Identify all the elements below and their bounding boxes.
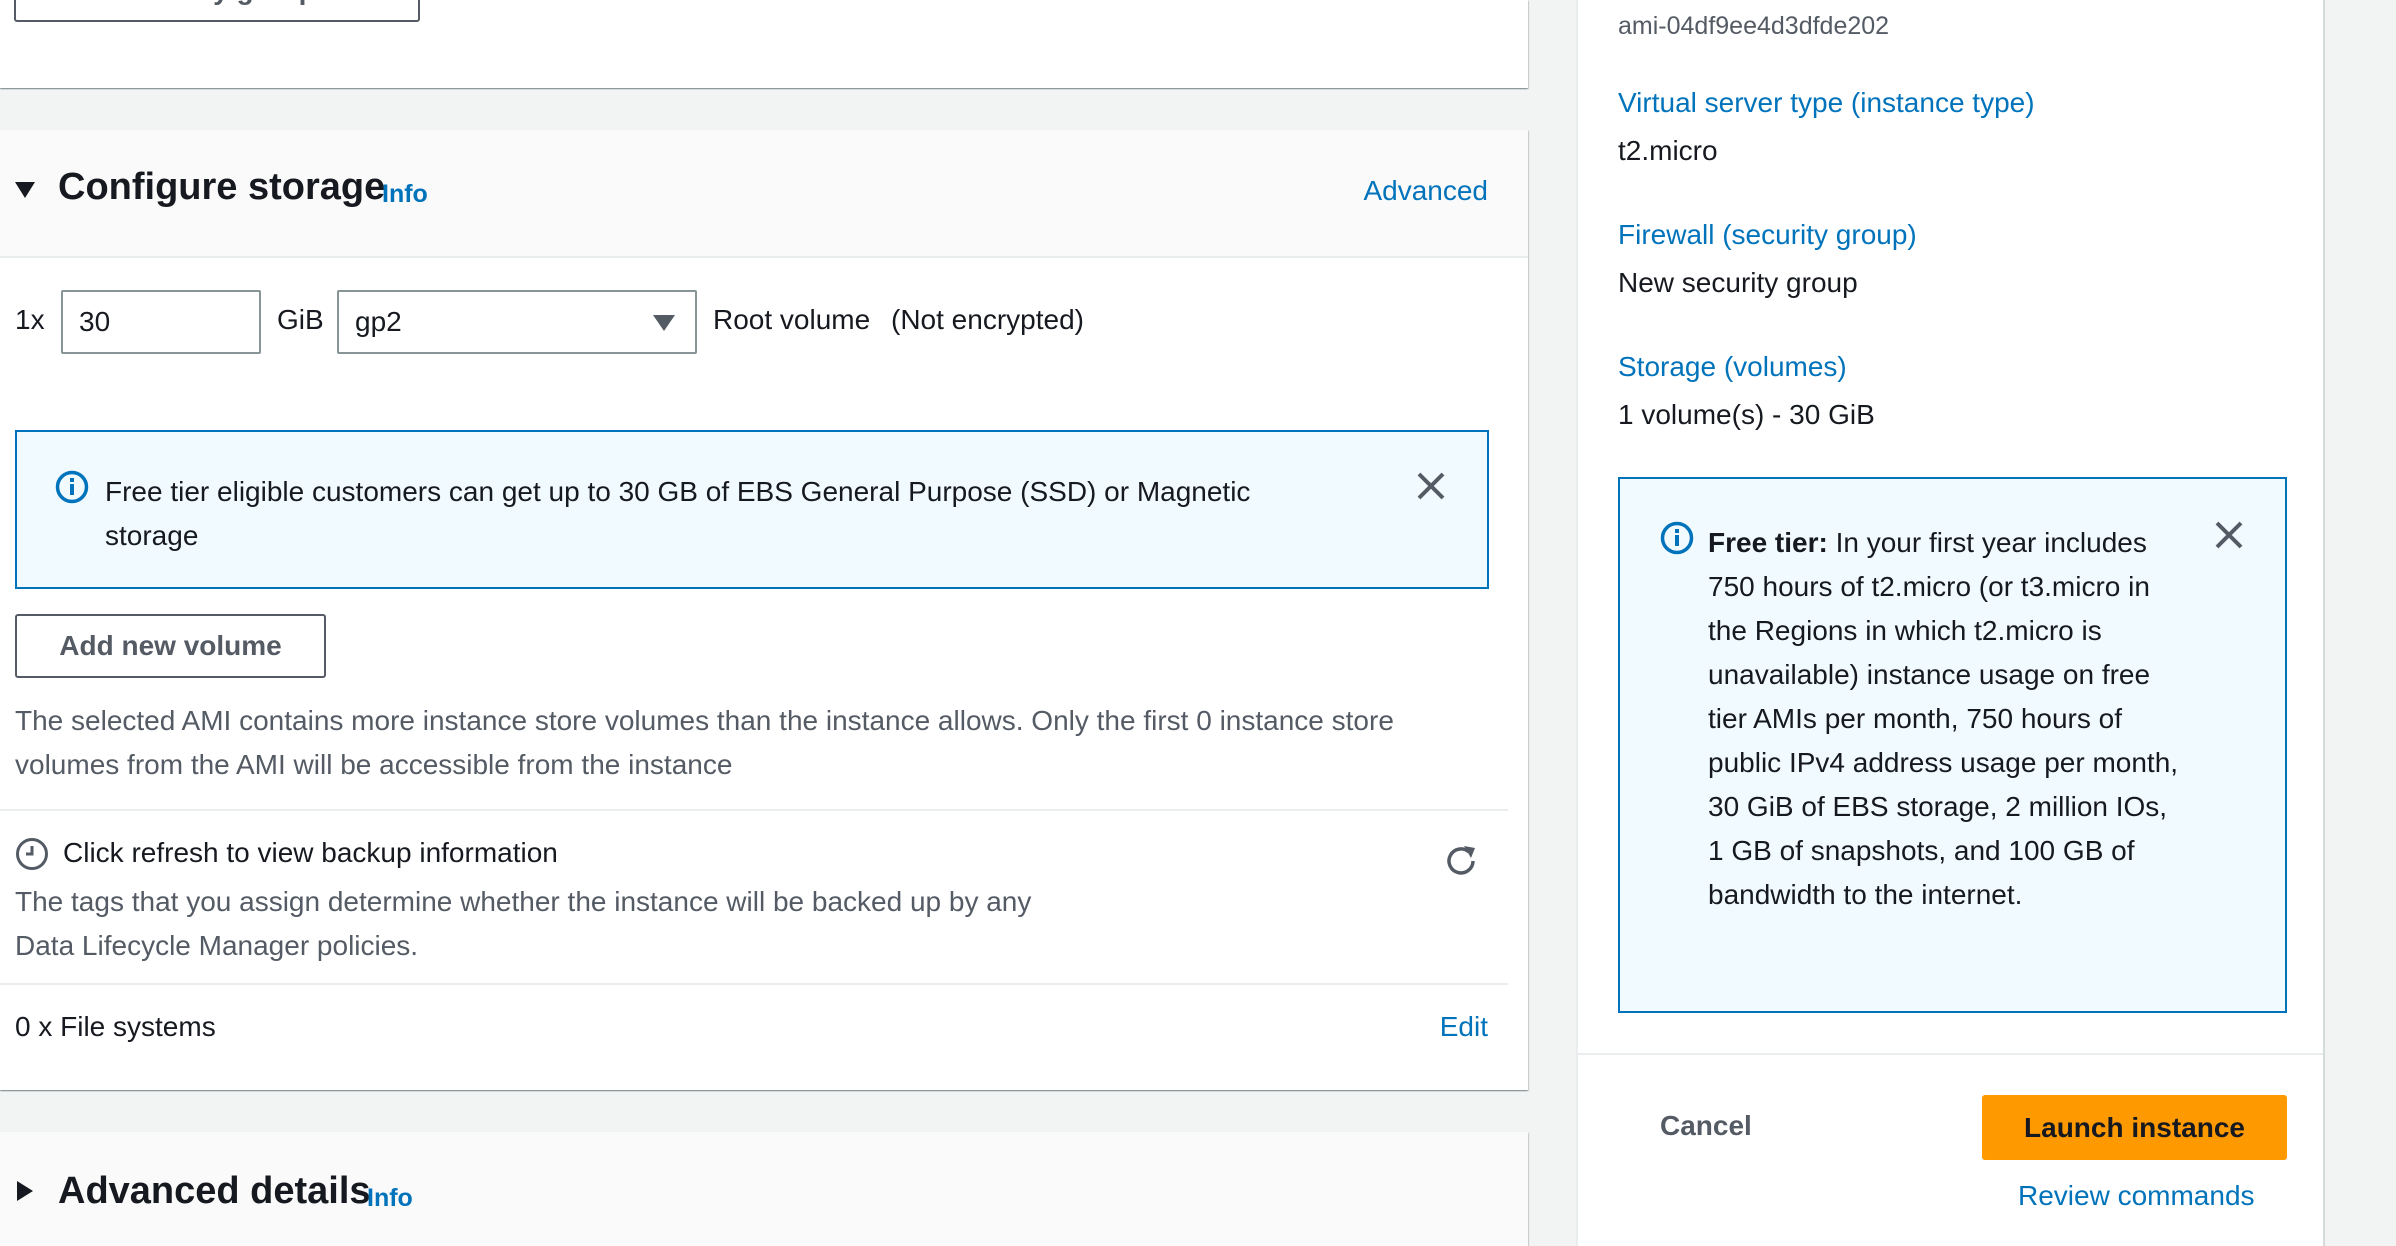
backup-info-title: Click refresh to view backup information <box>63 837 558 868</box>
volume-type-value: gp2 <box>355 306 402 337</box>
close-icon[interactable] <box>1417 472 1445 500</box>
backup-info-description: The tags that you assign determine wheth… <box>15 880 1031 968</box>
free-tier-description: In your first year includes 750 hours of… <box>1708 527 2179 910</box>
add-security-group-rule-button[interactable]: Add security group rule <box>14 0 420 22</box>
configure-storage-panel: Configure storage Info Advanced 1x 30 Gi… <box>0 130 1528 1090</box>
info-circle-icon <box>55 470 89 504</box>
launch-instance-button[interactable]: Launch instance <box>1982 1095 2287 1160</box>
volume-size-input[interactable]: 30 <box>61 290 261 354</box>
volume-unit-label: GiB <box>277 304 324 335</box>
firewall-label[interactable]: Firewall (security group) <box>1618 219 1917 251</box>
caret-down-icon <box>653 315 675 331</box>
free-tier-bold-label: Free tier: <box>1708 527 1828 558</box>
advanced-details-info-link[interactable]: Info <box>367 1184 413 1213</box>
configure-storage-info-link[interactable]: Info <box>382 180 428 209</box>
ami-id: ami-04df9ee4d3dfde202 <box>1618 12 1890 40</box>
summary-panel: ami-04df9ee4d3dfde202 Virtual server typ… <box>1576 0 2325 1246</box>
storage-volumes-value: 1 volume(s) - 30 GiB <box>1618 399 1875 430</box>
clock-icon <box>16 838 48 870</box>
ami-instance-store-note: The selected AMI contains more instance … <box>15 705 1394 780</box>
divider <box>1578 1053 2323 1055</box>
free-tier-storage-alert-text: Free tier eligible customers can get up … <box>105 476 1251 551</box>
storage-advanced-link[interactable]: Advanced <box>1363 175 1488 207</box>
advanced-details-header[interactable]: Advanced details Info <box>0 1132 1528 1246</box>
volume-size-value: 30 <box>79 306 111 337</box>
free-tier-summary-text: Free tier: In your first year includes 7… <box>1708 521 2188 917</box>
advanced-details-panel: Advanced details Info <box>0 1132 1528 1246</box>
add-new-volume-button[interactable]: Add new volume <box>15 614 326 678</box>
info-circle-icon <box>1660 521 1694 555</box>
review-commands-link[interactable]: Review commands <box>2018 1180 2255 1212</box>
file-systems-label: 0 x File systems <box>15 1011 216 1042</box>
free-tier-summary-alert: Free tier: In your first year includes 7… <box>1618 477 2287 1013</box>
backup-info-line-2: Data Lifecycle Manager policies. <box>15 930 419 961</box>
caret-right-icon[interactable] <box>16 1180 34 1202</box>
instance-type-label[interactable]: Virtual server type (instance type) <box>1618 87 2035 119</box>
network-settings-panel: Add security group rule <box>0 0 1528 88</box>
caret-down-icon[interactable] <box>14 180 36 200</box>
encryption-status: (Not encrypted) <box>891 304 1084 335</box>
configure-storage-header[interactable]: Configure storage Info Advanced <box>0 130 1528 258</box>
file-systems-edit-link[interactable]: Edit <box>1440 1011 1488 1043</box>
instance-type-value: t2.micro <box>1618 135 1718 166</box>
volume-count-label: 1x <box>15 304 45 335</box>
volume-type-select[interactable]: gp2 <box>337 290 697 354</box>
backup-info-line-1: The tags that you assign determine wheth… <box>15 886 1032 917</box>
cancel-button[interactable]: Cancel <box>1660 1110 1752 1142</box>
divider <box>0 809 1508 811</box>
free-tier-storage-alert: Free tier eligible customers can get up … <box>15 430 1489 589</box>
close-icon[interactable] <box>2215 521 2243 549</box>
advanced-details-title: Advanced details <box>58 1170 371 1212</box>
refresh-icon[interactable] <box>1442 842 1480 880</box>
firewall-value: New security group <box>1618 267 1858 298</box>
root-volume-label: Root volume <box>713 304 871 335</box>
configure-storage-title: Configure storage <box>58 166 386 208</box>
divider <box>0 983 1508 985</box>
storage-volumes-label[interactable]: Storage (volumes) <box>1618 351 1847 383</box>
